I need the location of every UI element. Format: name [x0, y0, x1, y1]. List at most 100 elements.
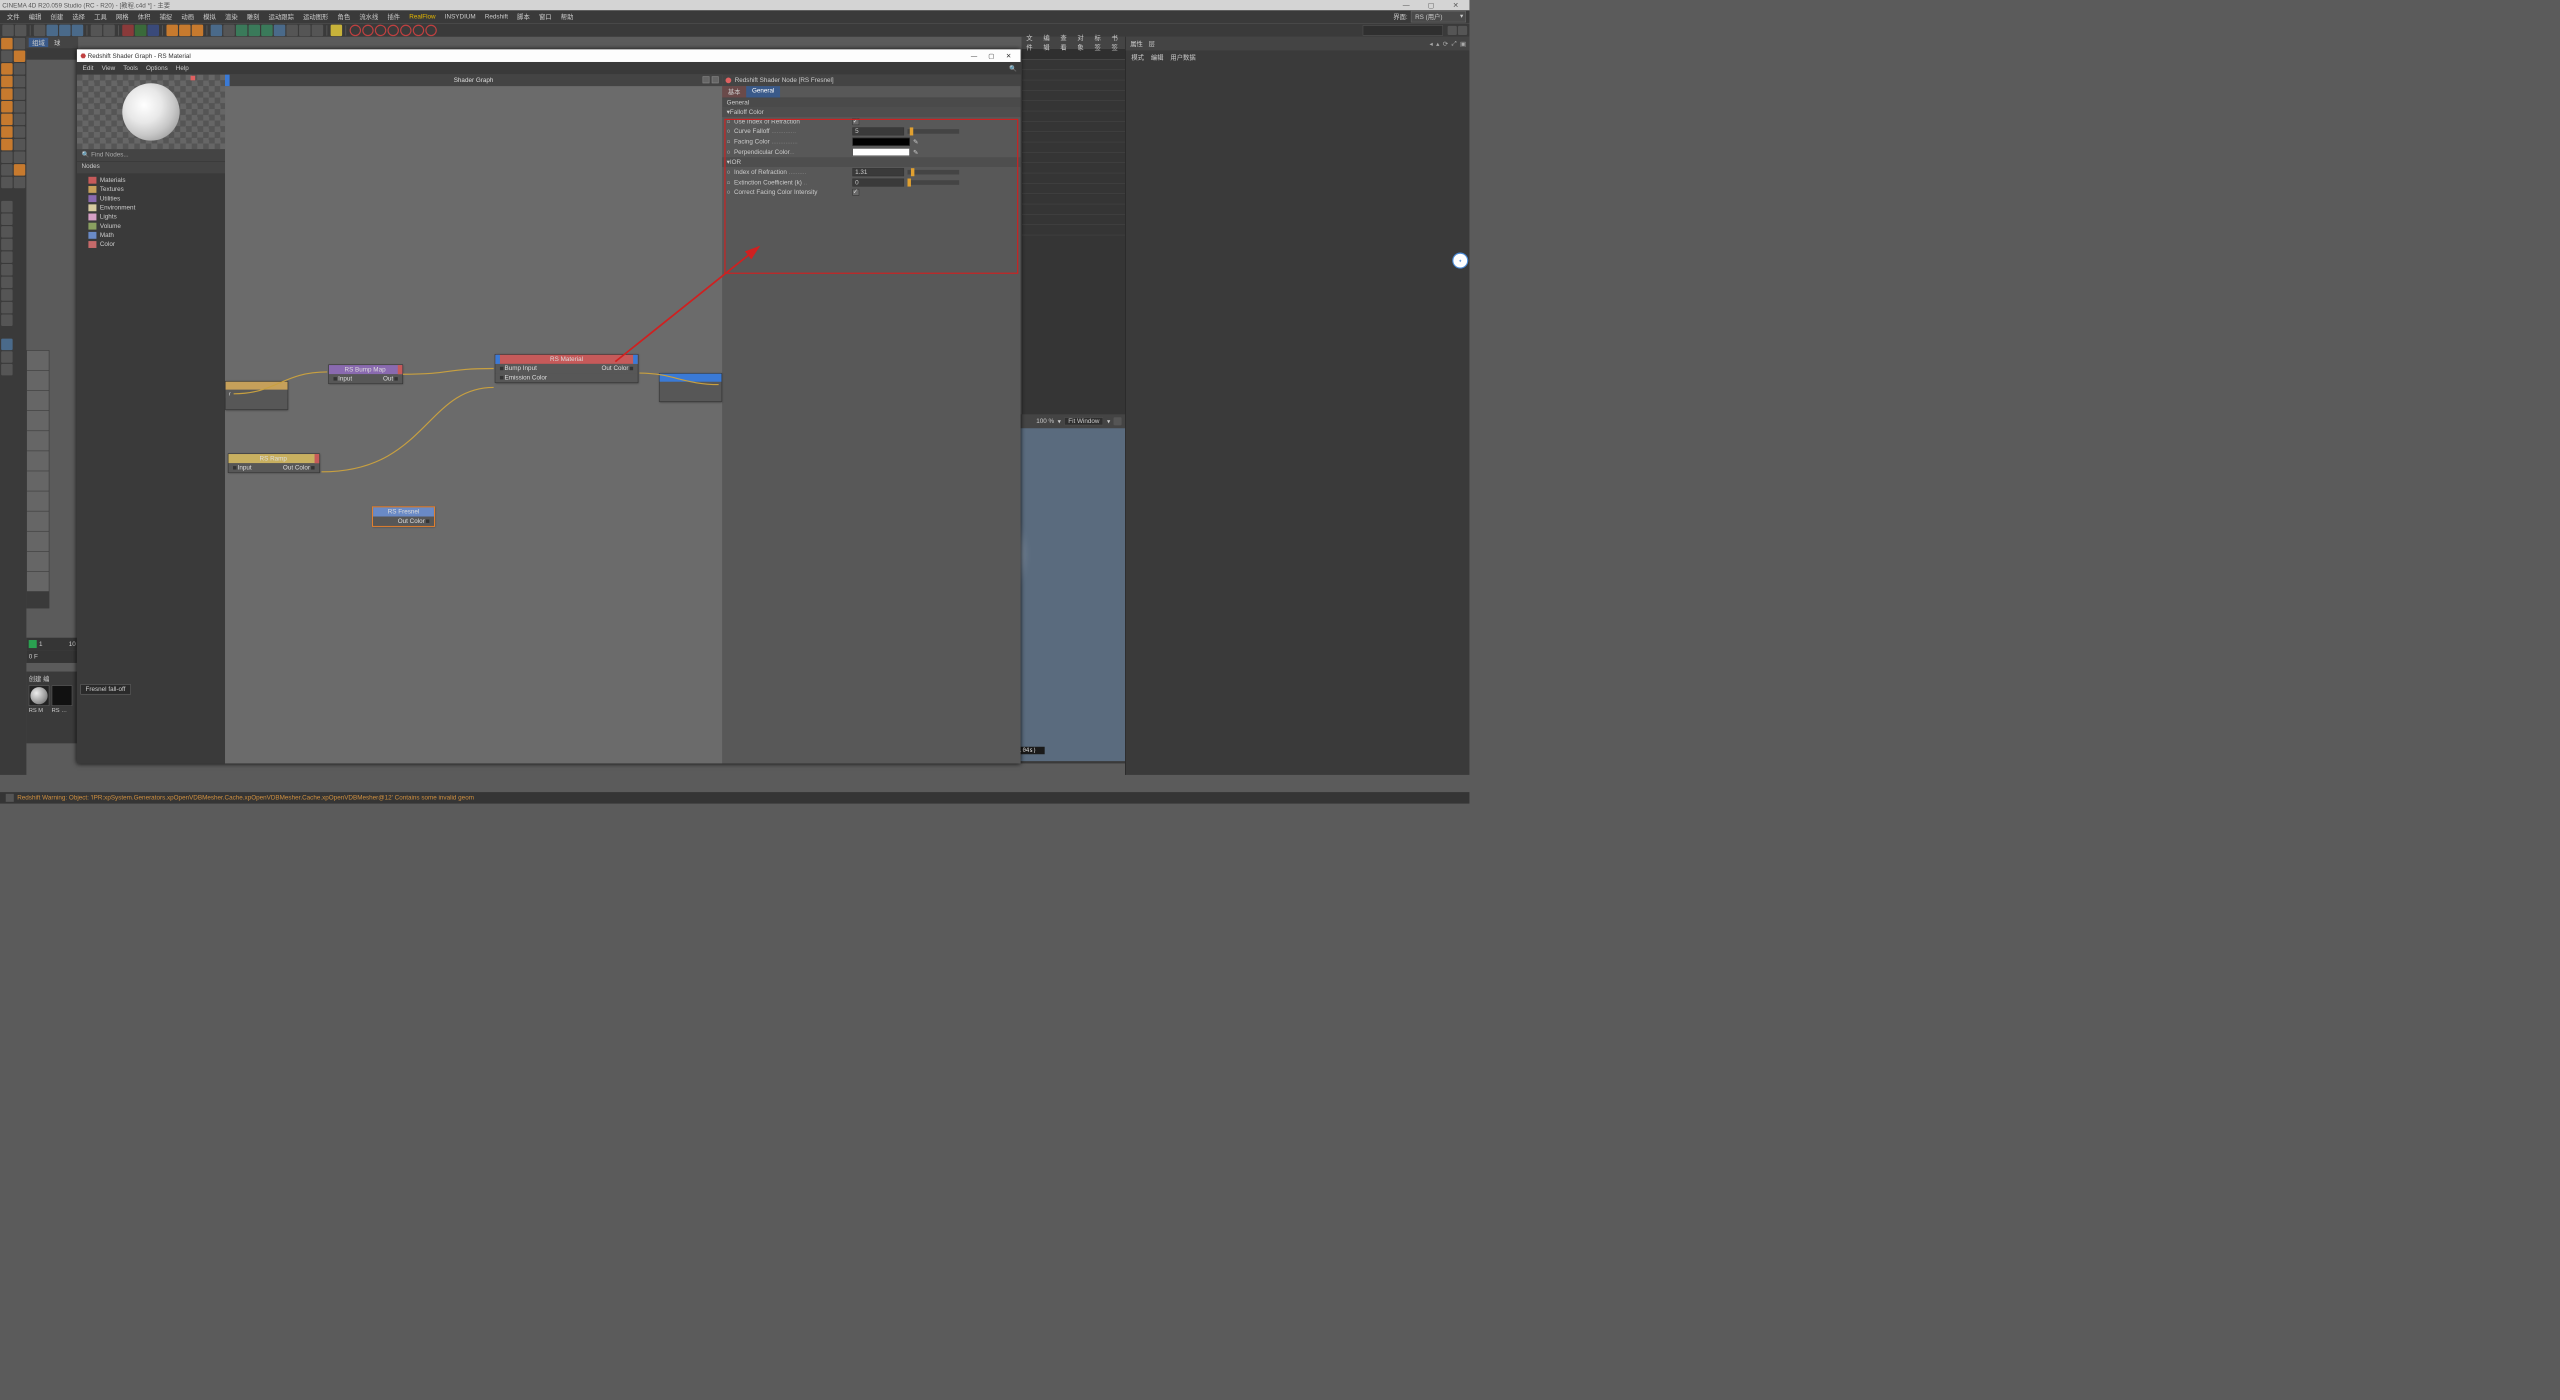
- menu-模拟[interactable]: 模拟: [200, 11, 220, 22]
- obj-tab-书签[interactable]: 书签: [1111, 33, 1120, 51]
- node-cat-utilities[interactable]: Utilities: [77, 194, 225, 203]
- li8[interactable]: [1, 126, 12, 137]
- sg-menu-view[interactable]: View: [102, 65, 116, 72]
- extinction-slider[interactable]: [907, 180, 959, 185]
- graph-opt1-icon[interactable]: [703, 76, 710, 83]
- li10b[interactable]: [14, 152, 25, 163]
- obj-tab-文件[interactable]: 文件: [1026, 33, 1035, 51]
- node-offscreen-right[interactable]: [659, 373, 722, 402]
- generator2-icon[interactable]: [249, 24, 260, 35]
- menu-编辑[interactable]: 编辑: [25, 11, 45, 22]
- floating-badge-icon[interactable]: ✦: [1452, 253, 1468, 269]
- attr-edit[interactable]: 编辑: [1151, 53, 1164, 62]
- scene-icon[interactable]: [286, 24, 297, 35]
- ior-input[interactable]: 1.31: [852, 168, 904, 176]
- attr-tab-properties[interactable]: 属性: [1130, 39, 1143, 48]
- light-icon[interactable]: [312, 24, 323, 35]
- menu-捕捉[interactable]: 捕捉: [156, 11, 176, 22]
- sg-close-icon[interactable]: ✕: [1000, 52, 1017, 59]
- move-icon[interactable]: [46, 24, 57, 35]
- li25[interactable]: [1, 364, 12, 375]
- search-field-behind[interactable]: [1363, 25, 1443, 35]
- maximize-button[interactable]: ▢: [1419, 1, 1442, 9]
- menu-INSYDIUM[interactable]: INSYDIUM: [441, 12, 479, 21]
- li2[interactable]: [1, 51, 12, 62]
- li13[interactable]: [1, 201, 12, 212]
- correct-facing-checkbox[interactable]: [852, 189, 859, 196]
- sg-menu-edit[interactable]: Edit: [83, 65, 94, 72]
- li7b[interactable]: [14, 114, 25, 125]
- layout-dropdown[interactable]: RS (用户): [1411, 11, 1466, 22]
- node-cat-color[interactable]: Color: [77, 240, 225, 249]
- node-cat-math[interactable]: Math: [77, 231, 225, 240]
- menu-工具[interactable]: 工具: [91, 11, 111, 22]
- renderreg-icon[interactable]: [179, 24, 190, 35]
- rs5-icon[interactable]: [400, 24, 411, 35]
- tex5[interactable]: [27, 431, 49, 451]
- li3b[interactable]: [14, 63, 25, 74]
- obj-tab-标签[interactable]: 标签: [1094, 33, 1103, 51]
- zaxis-icon[interactable]: [148, 24, 159, 35]
- rotate-icon[interactable]: [72, 24, 83, 35]
- sg-menu-options[interactable]: Options: [146, 65, 168, 72]
- attr-prev-icon[interactable]: ◂: [1430, 40, 1433, 47]
- perp-color-swatch[interactable]: [852, 148, 909, 156]
- xaxis-icon[interactable]: [122, 24, 133, 35]
- perp-color-picker-icon[interactable]: ✎: [913, 148, 918, 155]
- subheader-ior[interactable]: ▾IOR: [722, 157, 1020, 167]
- li4[interactable]: [1, 76, 12, 87]
- li2b[interactable]: [14, 51, 25, 62]
- menu-网格[interactable]: 网格: [113, 11, 133, 22]
- psr-icon[interactable]: [331, 24, 342, 35]
- attr-fn3-icon[interactable]: ▣: [1460, 40, 1466, 47]
- li20[interactable]: [1, 289, 12, 300]
- li11b[interactable]: [14, 164, 25, 175]
- menu-雕刻[interactable]: 雕刻: [243, 11, 263, 22]
- node-cat-textures[interactable]: Textures: [77, 185, 225, 194]
- tex2[interactable]: [27, 371, 49, 391]
- tex9[interactable]: [27, 511, 49, 531]
- rs1-icon[interactable]: [350, 24, 361, 35]
- attr-fn1-icon[interactable]: ⟳: [1443, 40, 1448, 47]
- tool2-icon[interactable]: [103, 24, 114, 35]
- curve-falloff-slider[interactable]: [907, 129, 959, 134]
- sg-search-icon[interactable]: 🔍: [1009, 65, 1017, 72]
- tab-basic[interactable]: 基本: [722, 86, 746, 97]
- tex7[interactable]: [27, 471, 49, 491]
- array-icon[interactable]: [261, 24, 272, 35]
- node-cat-lights[interactable]: Lights: [77, 212, 225, 221]
- li10[interactable]: [1, 152, 12, 163]
- deformer-icon[interactable]: [274, 24, 285, 35]
- rs2-icon[interactable]: [362, 24, 373, 35]
- rs4-icon[interactable]: [387, 24, 398, 35]
- sg-max-icon[interactable]: ▢: [983, 52, 1000, 59]
- render-icon[interactable]: [166, 24, 177, 35]
- li9[interactable]: [1, 139, 12, 150]
- li23[interactable]: [1, 339, 12, 350]
- attr-up-icon[interactable]: ▴: [1436, 40, 1439, 47]
- node-cat-volume[interactable]: Volume: [77, 222, 225, 231]
- spline-icon[interactable]: [223, 24, 234, 35]
- li14[interactable]: [1, 214, 12, 225]
- tex1[interactable]: [27, 351, 49, 371]
- minimize-button[interactable]: —: [1395, 1, 1418, 9]
- li15[interactable]: [1, 226, 12, 237]
- facing-color-picker-icon[interactable]: ✎: [913, 138, 918, 145]
- subheader-falloff[interactable]: ▾Falloff Color: [722, 107, 1020, 117]
- yaxis-icon[interactable]: [135, 24, 146, 35]
- use-ior-checkbox[interactable]: [852, 118, 859, 125]
- menu-创建[interactable]: 创建: [47, 11, 67, 22]
- material-menu[interactable]: 创建 编: [29, 674, 76, 683]
- li3[interactable]: [1, 63, 12, 74]
- node-rs-bump-map[interactable]: RS Bump Map InputOut: [328, 364, 403, 384]
- li4b[interactable]: [14, 76, 25, 87]
- li11[interactable]: [1, 164, 12, 175]
- li17[interactable]: [1, 251, 12, 262]
- sg-min-icon[interactable]: —: [965, 53, 982, 60]
- menu-脚本[interactable]: 脚本: [514, 11, 534, 22]
- redo-icon[interactable]: [15, 24, 26, 35]
- menu-窗口[interactable]: 窗口: [536, 11, 556, 22]
- li21[interactable]: [1, 302, 12, 313]
- tex10[interactable]: [27, 532, 49, 552]
- object-search[interactable]: [1022, 48, 1125, 59]
